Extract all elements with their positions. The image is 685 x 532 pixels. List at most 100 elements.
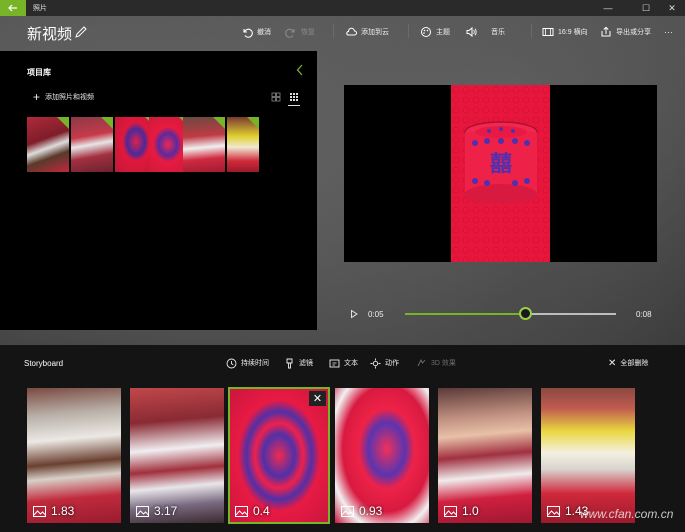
3d-effects-button[interactable]: 3D 效果	[416, 357, 456, 369]
add-to-cloud-button[interactable]: 添加到云	[345, 25, 389, 39]
text-label: 文本	[344, 360, 358, 367]
title-bar	[0, 0, 685, 16]
redo-icon	[285, 28, 295, 38]
clip-duration: 1.0	[444, 504, 479, 518]
aspect-ratio-button[interactable]: 16:9 横向	[542, 25, 588, 39]
minimize-icon: —	[603, 3, 613, 13]
clip-duration: 0.93	[341, 504, 382, 518]
toolbar-divider	[333, 24, 334, 38]
text-button[interactable]: 文本	[329, 357, 358, 369]
music-label: 音乐	[491, 29, 505, 36]
clip-duration-value: 1.0	[462, 504, 479, 518]
chevron-left-icon	[296, 64, 303, 76]
motion-icon	[370, 358, 381, 368]
image-icon	[444, 505, 457, 517]
share-icon	[601, 26, 611, 37]
redo-label: 恢复	[301, 29, 315, 36]
clip-duration-value: 3.17	[154, 504, 178, 518]
plus-icon: +	[33, 90, 41, 104]
clip-duration: 1.83	[33, 504, 74, 518]
library-thumbnail[interactable]	[71, 117, 113, 172]
image-icon	[235, 505, 248, 517]
aspect-ratio-label: 16:9 横向	[558, 29, 588, 36]
library-thumbnail[interactable]	[227, 117, 259, 172]
svg-text:囍: 囍	[490, 151, 512, 177]
image-icon	[136, 505, 149, 517]
3d-effects-icon	[417, 358, 426, 366]
total-time: 0:08	[636, 310, 652, 319]
small-grid-icon[interactable]	[289, 92, 299, 102]
library-thumbnail[interactable]	[183, 117, 225, 172]
music-button[interactable]: 音乐	[465, 25, 505, 39]
toolbar-divider	[408, 24, 409, 38]
image-icon	[547, 505, 560, 517]
watermark: www.cfan.com.cn	[580, 507, 674, 521]
play-icon[interactable]	[349, 309, 359, 319]
storyboard-clip-selected[interactable]: ✕ 0.4	[228, 387, 330, 524]
pencil-icon[interactable]	[74, 25, 88, 39]
theme-label: 主题	[436, 29, 450, 36]
storyboard-clip[interactable]: 1.0	[438, 388, 532, 523]
large-grid-icon[interactable]	[271, 92, 281, 102]
added-marker	[101, 117, 113, 129]
preview-frame: 囍	[451, 85, 550, 262]
back-button[interactable]	[0, 0, 26, 16]
add-to-cloud-label: 添加到云	[361, 29, 389, 36]
speaker-icon	[466, 26, 477, 38]
undo-button[interactable]: 撤消	[241, 25, 271, 39]
clip-duration: 0.4	[235, 504, 270, 518]
add-photos-videos-button[interactable]: + 添加照片和视频	[33, 90, 95, 104]
text-icon	[329, 359, 340, 367]
toolbar-divider	[531, 24, 532, 38]
motion-button[interactable]: 动作	[370, 357, 399, 369]
remove-all-button[interactable]: ✕ 全部删除	[608, 357, 648, 369]
clip-duration-value: 1.83	[51, 504, 75, 518]
duration-button[interactable]: 持续时间	[226, 357, 269, 369]
undo-label: 撤消	[257, 29, 271, 36]
filters-button[interactable]: 滤镜	[284, 357, 313, 369]
filters-label: 滤镜	[299, 360, 313, 367]
3d-effects-label: 3D 效果	[431, 360, 456, 367]
close-icon: ✕	[608, 357, 617, 369]
aspect-ratio-icon	[542, 28, 554, 36]
remove-all-label: 全部删除	[620, 360, 649, 367]
image-icon	[33, 505, 46, 517]
remove-clip-button[interactable]: ✕	[309, 391, 326, 406]
undo-icon	[243, 28, 253, 38]
theme-button[interactable]: 主题	[420, 25, 450, 39]
close-button[interactable]: ✕	[657, 0, 685, 16]
close-icon: ✕	[312, 393, 323, 405]
export-share-label: 导出或分享	[616, 29, 651, 36]
storyboard-clip[interactable]: 1.43	[541, 388, 635, 523]
seek-progress	[405, 313, 525, 315]
added-marker	[57, 117, 69, 129]
duration-label: 持续时间	[241, 360, 269, 367]
collapse-library-button[interactable]	[296, 64, 304, 79]
added-marker	[213, 117, 225, 129]
motion-label: 动作	[385, 360, 399, 367]
more-icon: ···	[664, 27, 673, 37]
active-view-indicator	[288, 105, 300, 106]
app-title: 照片	[33, 5, 47, 12]
more-button[interactable]: ···	[664, 25, 673, 39]
project-title[interactable]: 新视频	[27, 23, 72, 44]
cloud-icon	[346, 27, 357, 36]
redo-button[interactable]: 恢复	[285, 25, 315, 39]
library-title: 项目库	[27, 68, 51, 77]
current-time: 0:05	[368, 310, 384, 319]
library-thumbnail[interactable]	[27, 117, 69, 172]
add-media-label: 添加照片和视频	[45, 94, 95, 101]
clip-duration-value: 0.93	[359, 504, 383, 518]
storyboard-clip[interactable]: 1.83	[27, 388, 121, 523]
image-icon	[341, 505, 354, 517]
storyboard-clip[interactable]: 0.93	[335, 388, 429, 523]
filter-brush-icon	[286, 358, 293, 368]
seek-thumb[interactable]	[519, 307, 532, 320]
minimize-button[interactable]: —	[593, 0, 623, 16]
maximize-icon: ☐	[641, 2, 651, 13]
export-share-button[interactable]: 导出或分享	[600, 25, 651, 39]
clock-icon	[226, 358, 237, 368]
added-marker	[247, 117, 259, 129]
storyboard-title: Storyboard	[24, 359, 64, 368]
storyboard-clip[interactable]: 3.17	[130, 388, 224, 523]
